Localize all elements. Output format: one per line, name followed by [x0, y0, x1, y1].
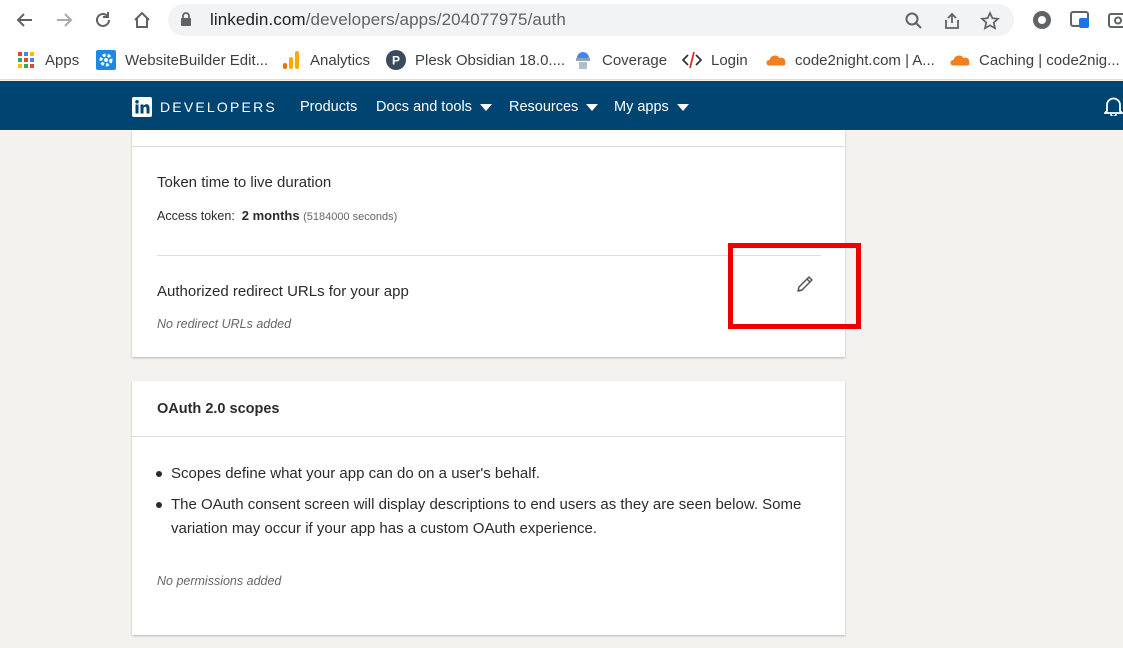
access-token-seconds: (5184000 seconds) — [303, 211, 398, 223]
cloud-icon — [950, 50, 970, 70]
bookmark-star-icon[interactable] — [980, 11, 1000, 31]
home-icon[interactable] — [130, 8, 154, 32]
access-token-info: Access token: 2 months (5184000 seconds) — [157, 208, 397, 223]
bookmark-code2night[interactable]: code2night.com | A... — [766, 49, 935, 71]
bookmark-login[interactable]: Login — [682, 49, 748, 71]
nav-my-apps[interactable]: My apps — [614, 99, 689, 115]
nav-products[interactable]: Products — [300, 99, 357, 115]
permissions-empty: No permissions added — [157, 574, 282, 588]
token-ttl-title: Token time to live duration — [157, 174, 332, 191]
gear-icon — [96, 50, 116, 70]
caret-down-icon — [676, 103, 689, 111]
apps-grid-icon — [16, 50, 36, 70]
svg-text:P: P — [392, 54, 400, 68]
camera-icon[interactable] — [1107, 9, 1123, 31]
bookmark-analytics[interactable]: Analytics — [281, 49, 370, 71]
caret-down-icon — [586, 103, 599, 111]
code-icon — [682, 50, 702, 70]
divider — [132, 436, 845, 437]
nav-label: Docs and tools — [376, 99, 472, 115]
address-bar[interactable]: linkedin.com/developers/apps/204077975/a… — [168, 4, 1014, 36]
nav-resources[interactable]: Resources — [509, 99, 599, 115]
lock-icon — [181, 12, 191, 26]
nav-label: Resources — [509, 99, 579, 115]
bookmark-label: WebsiteBuilder Edit... — [125, 51, 269, 69]
bookmark-label: Apps — [45, 51, 80, 69]
url-text: linkedin.com/developers/apps/204077975/a… — [210, 10, 566, 29]
bookmark-label: Coverage — [602, 51, 668, 69]
bookmark-label: code2night.com | A... — [795, 51, 935, 69]
bookmark-label: Caching | code2nig... — [979, 51, 1120, 69]
bookmark-plesk[interactable]: P Plesk Obsidian 18.0.... — [386, 49, 565, 71]
access-token-value: 2 months — [241, 208, 300, 223]
redirect-urls-title: Authorized redirect URLs for your app — [157, 283, 409, 300]
caret-down-icon — [479, 103, 492, 111]
nav-docs-and-tools[interactable]: Docs and tools — [376, 99, 492, 115]
coverage-icon — [573, 50, 593, 70]
notification-bell-icon[interactable] — [1104, 96, 1123, 116]
extension-screen-icon[interactable] — [1069, 9, 1091, 31]
bookmark-websitebuilder[interactable]: WebsiteBuilder Edit... — [96, 49, 268, 71]
browser-toolbar: linkedin.com/developers/apps/204077975/a… — [0, 0, 1123, 40]
scopes-info-list: Scopes define what your app can do on a … — [156, 462, 826, 548]
highlight-annotation-box — [728, 243, 861, 329]
bookmark-label: Login — [711, 51, 748, 69]
bookmark-caching[interactable]: Caching | code2nig... — [950, 49, 1120, 71]
bookmark-label: Plesk Obsidian 18.0.... — [415, 51, 566, 69]
forward-arrow-icon[interactable] — [52, 8, 76, 32]
redirect-urls-empty: No redirect URLs added — [157, 317, 292, 331]
bookmark-coverage[interactable]: Coverage — [573, 49, 667, 71]
oauth-scopes-title: OAuth 2.0 scopes — [157, 401, 280, 417]
share-icon[interactable] — [942, 11, 962, 31]
back-arrow-icon[interactable] — [13, 8, 37, 32]
nav-label: Products — [300, 99, 358, 115]
linkedin-logo-icon[interactable] — [132, 97, 152, 117]
divider — [132, 146, 845, 147]
cloud-icon — [766, 50, 786, 70]
bookmarks-bar: Apps WebsiteBuilder Edit... Analytics P … — [0, 40, 1123, 80]
bookmark-label: Analytics — [310, 51, 371, 69]
access-token-label: Access token: — [157, 209, 235, 223]
zoom-icon[interactable] — [904, 11, 924, 31]
reload-icon[interactable] — [91, 8, 115, 32]
extension-circle-icon[interactable] — [1031, 9, 1053, 31]
list-item: The OAuth consent screen will display de… — [156, 493, 826, 541]
developers-brand[interactable]: DEVELOPERS — [160, 99, 277, 115]
divider — [157, 255, 821, 256]
plesk-icon: P — [386, 50, 406, 70]
analytics-icon — [281, 50, 301, 70]
nav-label: My apps — [614, 99, 669, 115]
bookmark-apps[interactable]: Apps — [16, 49, 79, 71]
list-item: Scopes define what your app can do on a … — [156, 462, 826, 486]
